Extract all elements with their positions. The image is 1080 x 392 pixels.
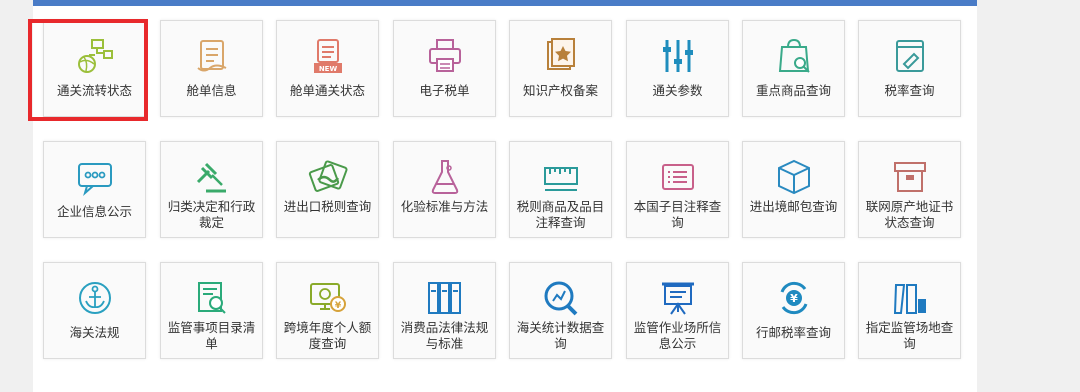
tile-label: 企业信息公示: [56, 204, 132, 219]
tile-label: 舱单信息: [186, 83, 237, 98]
service-tile[interactable]: 归类决定和行政裁定: [160, 141, 263, 238]
doc-search-icon: [192, 279, 232, 317]
tile-label: 海关统计数据查询: [516, 320, 605, 351]
svg-text:¥: ¥: [334, 301, 341, 311]
service-tile[interactable]: 监管事项目录清单: [160, 262, 263, 359]
tile-label: 通关流转状态: [56, 83, 132, 98]
tile-label: 舱单通关状态: [289, 83, 365, 98]
tile-label: 税率查询: [884, 83, 935, 98]
manifest-new-icon: NEW: [308, 37, 348, 75]
tile-label: 本国子目注释查询: [633, 199, 722, 230]
certificate-star-icon: [541, 37, 581, 75]
monitor-yen-icon: ¥: [308, 279, 348, 317]
service-tile[interactable]: 进出境邮包查询: [742, 141, 845, 238]
tile-label: 跨境年度个人额度查询: [283, 320, 372, 351]
easel-board-icon: [658, 279, 698, 317]
service-tile-grid: 通关流转状态 舱单信息 NEW 舱单通关状态 电子税单 知识产权备案 通关参数 重点商品查询税…: [0, 0, 1080, 392]
tile-label: 联网原产地证书状态查询: [865, 199, 954, 230]
service-tile[interactable]: 进出口税则查询: [276, 141, 379, 238]
tile-label: 海关法规: [69, 325, 120, 340]
service-tile[interactable]: 重点商品查询: [742, 20, 845, 117]
service-tile[interactable]: ¥ 行邮税率查询: [742, 262, 845, 359]
service-tile[interactable]: 电子税单: [393, 20, 496, 117]
service-tile[interactable]: 通关流转状态: [43, 20, 146, 117]
archive-box-icon: [890, 158, 930, 196]
search-stats-icon: [541, 279, 581, 317]
service-tile[interactable]: 海关统计数据查询: [509, 262, 612, 359]
bag-search-icon: [774, 37, 814, 75]
service-tile[interactable]: NEW 舱单通关状态: [276, 20, 379, 117]
printer-icon: [425, 37, 465, 75]
anchor-icon: [75, 279, 115, 317]
handshake-icon: [308, 158, 348, 196]
gavel-icon: [192, 158, 232, 196]
tile-label: 进出境邮包查询: [749, 199, 838, 214]
tile-label: 税则商品及品目注释查询: [516, 199, 605, 230]
service-tile[interactable]: 监管作业场所信息公示: [626, 262, 729, 359]
tile-label: 进出口税则查询: [283, 199, 372, 214]
service-tile[interactable]: 消费品法律法规与标准: [393, 262, 496, 359]
tile-label: 归类决定和行政裁定: [167, 199, 256, 230]
tile-label: 电子税单: [419, 83, 470, 98]
service-tile[interactable]: 舱单信息: [160, 20, 263, 117]
service-tile[interactable]: 通关参数: [626, 20, 729, 117]
package-box-icon: [774, 158, 814, 196]
chat-bubble-icon: [75, 158, 115, 196]
yen-cycle-icon: ¥: [774, 279, 814, 317]
tile-label: 化验标准与方法: [400, 199, 489, 214]
svg-text:¥: ¥: [790, 292, 798, 305]
tile-label: 监管事项目录清单: [167, 320, 256, 351]
svg-text:NEW: NEW: [318, 65, 337, 73]
service-tile[interactable]: 本国子目注释查询: [626, 141, 729, 238]
tile-label: 消费品法律法规与标准: [400, 320, 489, 351]
binders-icon: [425, 279, 465, 317]
tile-label: 通关参数: [652, 83, 703, 98]
service-tile[interactable]: 税率查询: [858, 20, 961, 117]
service-tile[interactable]: 企业信息公示: [43, 141, 146, 238]
service-tile[interactable]: ¥ 跨境年度个人额度查询: [276, 262, 379, 359]
service-tile[interactable]: 联网原产地证书状态查询: [858, 141, 961, 238]
service-tile[interactable]: 海关法规: [43, 262, 146, 359]
tile-label: 知识产权备案: [522, 83, 598, 98]
tile-label: 重点商品查询: [755, 83, 831, 98]
list-card-icon: [658, 158, 698, 196]
service-tile[interactable]: 知识产权备案: [509, 20, 612, 117]
manifest-paper-icon: [192, 37, 232, 75]
tile-label: 行邮税率查询: [755, 325, 831, 340]
tile-label: 指定监管场地查询: [865, 320, 954, 351]
service-tile[interactable]: 指定监管场地查询: [858, 262, 961, 359]
service-tile[interactable]: 税则商品及品目注释查询: [509, 141, 612, 238]
flask-icon: [425, 158, 465, 196]
sliders-icon: [658, 37, 698, 75]
blocks-icon: [890, 279, 930, 317]
flow-network-icon: [75, 37, 115, 75]
tile-label: 监管作业场所信息公示: [633, 320, 722, 351]
service-tile[interactable]: 化验标准与方法: [393, 141, 496, 238]
book-tag-icon: [890, 37, 930, 75]
ruler-icon: [541, 158, 581, 196]
